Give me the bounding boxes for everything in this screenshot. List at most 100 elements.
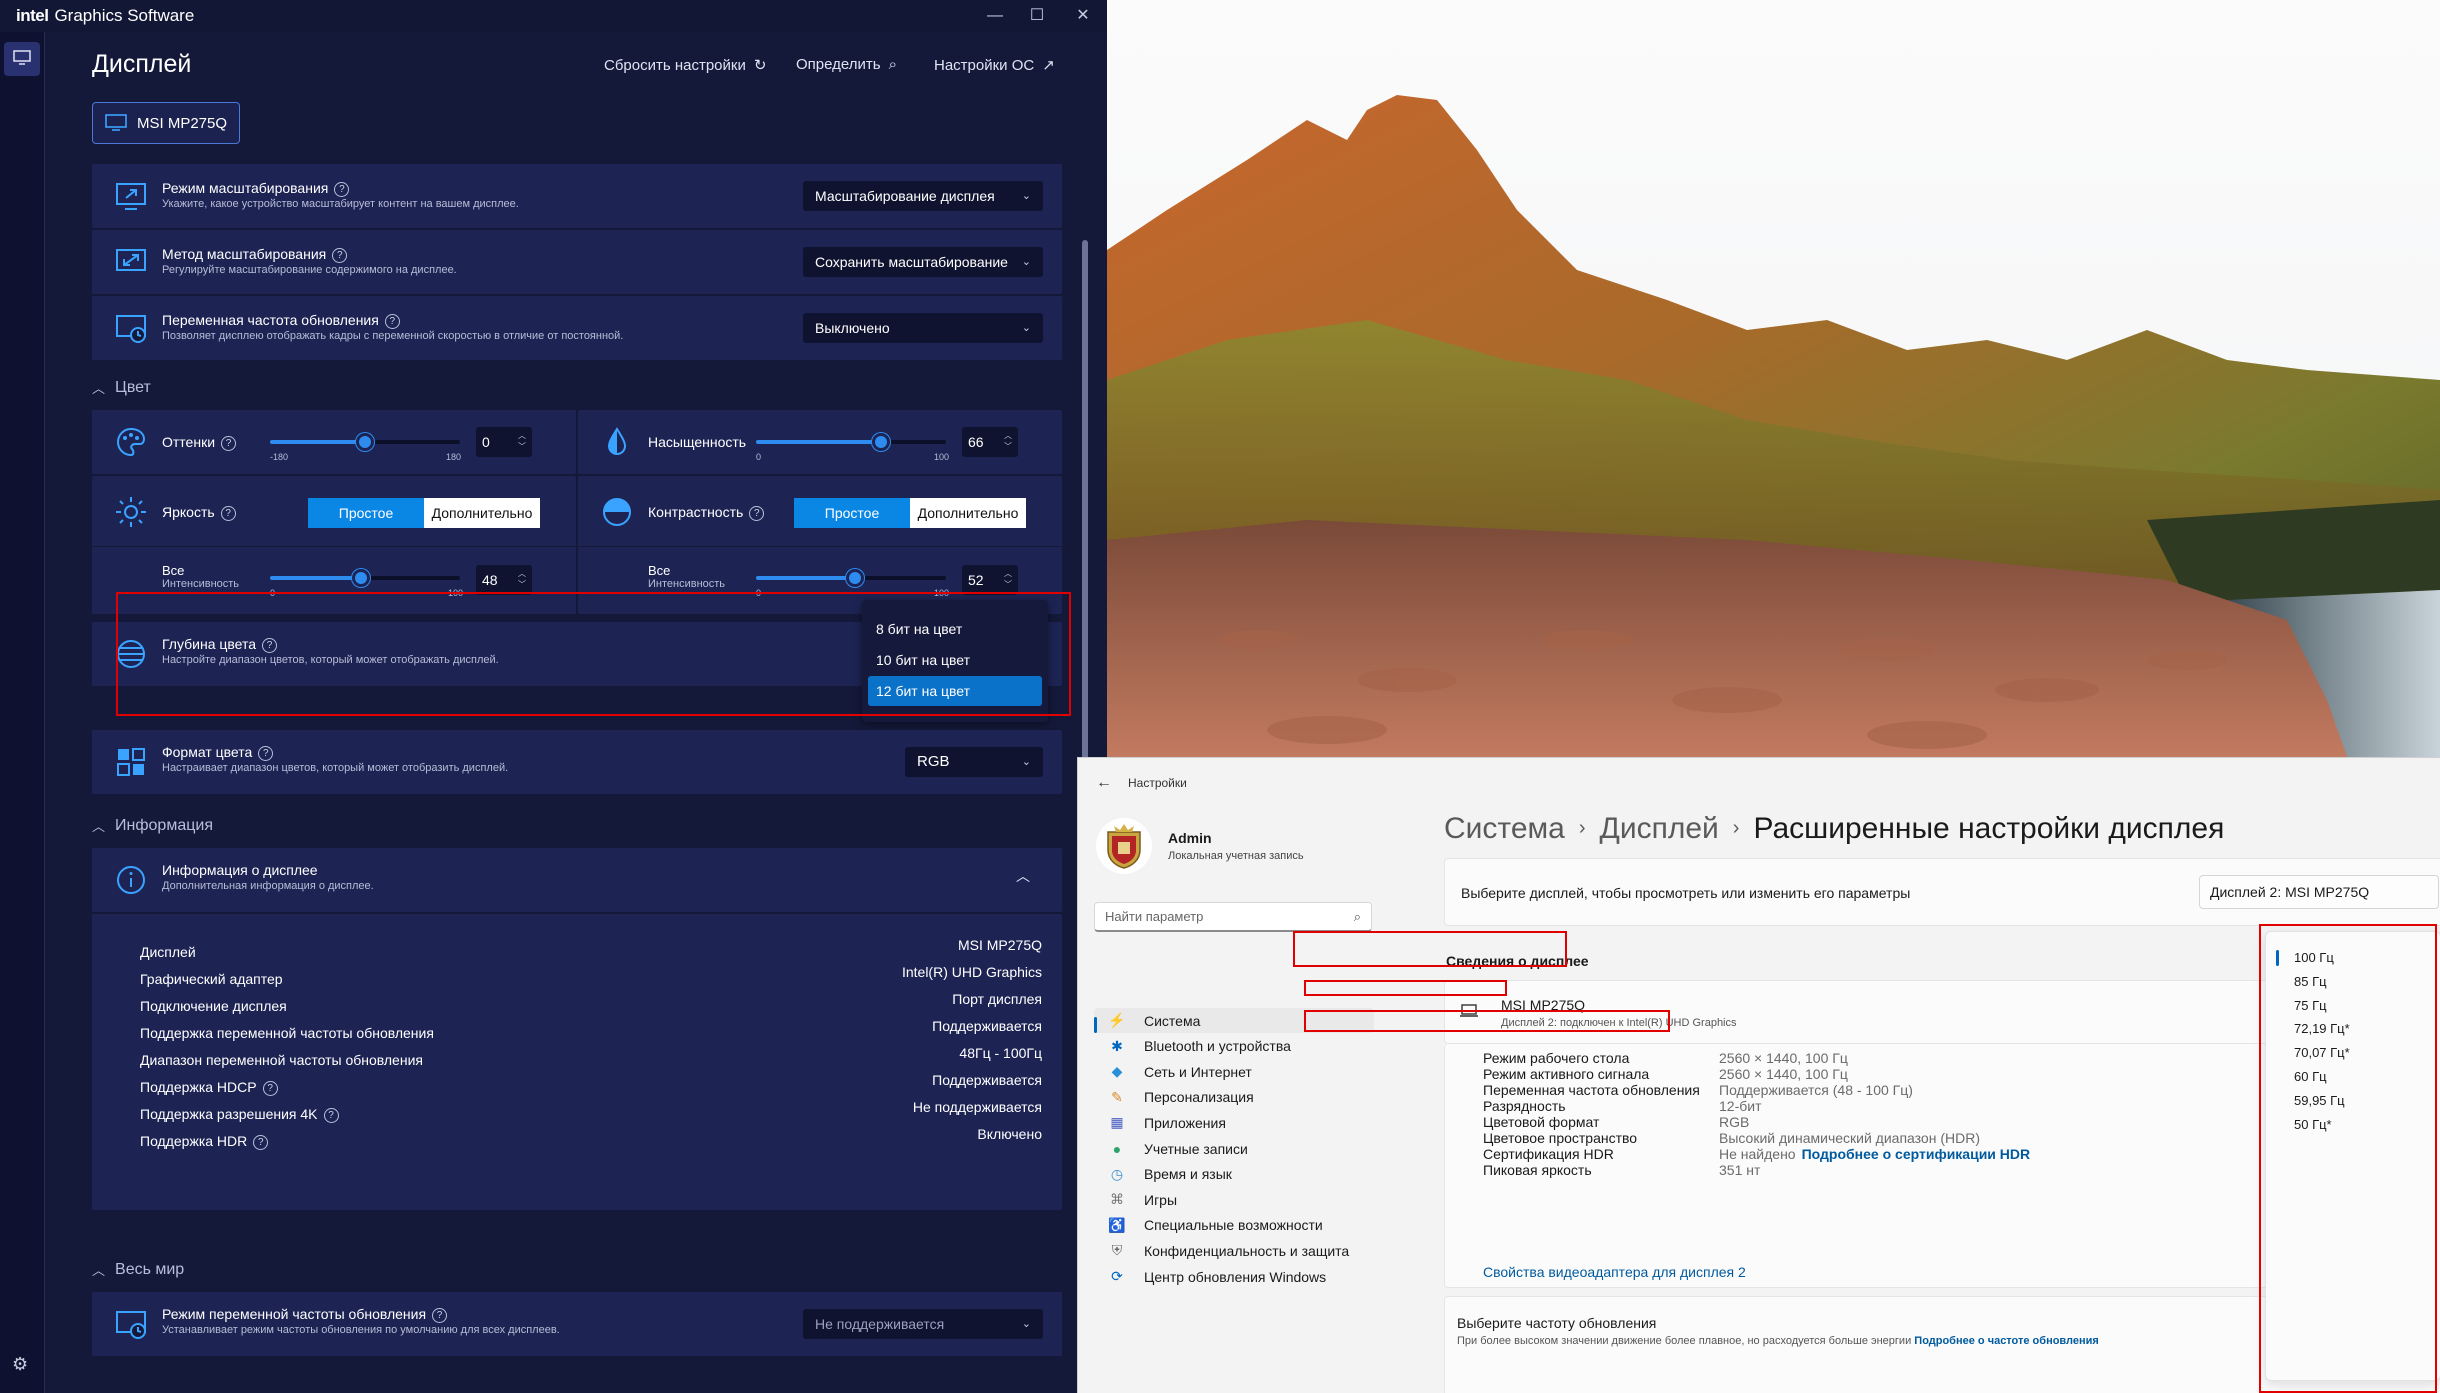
nav-item-icon: ✱ xyxy=(1111,1037,1123,1054)
contrast-slider-knob[interactable] xyxy=(845,569,864,587)
close-icon[interactable]: ✕ xyxy=(1073,6,1093,26)
reset-icon: ↻ xyxy=(753,57,767,74)
color-format-dropdown[interactable]: RGB ⌄ xyxy=(905,747,1043,777)
nav-item-icon: ✎ xyxy=(1111,1088,1123,1105)
identify-label: Определить xyxy=(796,56,881,73)
help-icon[interactable]: ? xyxy=(432,1308,448,1323)
help-icon[interactable]: ? xyxy=(749,506,765,521)
saturation-slider[interactable] xyxy=(756,433,946,451)
brightness-input[interactable]: 48 ︿ ﹀ xyxy=(476,565,532,595)
breadcrumb-display[interactable]: Дисплей xyxy=(1600,812,1719,845)
back-arrow-icon[interactable]: ← xyxy=(1096,774,1112,792)
help-icon[interactable]: ? xyxy=(323,1108,339,1123)
nav-item-label: Учетные записи xyxy=(1144,1140,1248,1157)
brightness-simple-tab[interactable]: Простое xyxy=(308,498,424,528)
identify-link[interactable]: Определить ⌕ xyxy=(796,56,897,73)
search-icon: ⌕ xyxy=(1353,909,1361,924)
hue-input[interactable]: 0 ︿ ﹀ xyxy=(476,427,532,457)
hue-card: Оттенки? -180 180 0 ︿ ﹀ xyxy=(92,410,576,474)
hdr-cert-link[interactable]: Подробнее о сертификации HDR xyxy=(1802,1146,2031,1162)
monitor-name: MSI MP275Q xyxy=(137,114,228,132)
color-section-header[interactable]: ︿ Цвет xyxy=(92,378,151,397)
contrast-intensity-label: Интенсивность xyxy=(648,578,726,590)
brightness-advanced-tab[interactable]: Дополнительно xyxy=(424,498,540,528)
nav-item[interactable]: ⟳ Центр обновления Windows xyxy=(1094,1264,1374,1289)
world-vrr-dropdown[interactable]: Не поддерживается ⌄ xyxy=(803,1309,1043,1339)
settings-gear-icon[interactable]: ⚙ xyxy=(12,1354,28,1375)
help-icon[interactable]: ? xyxy=(258,746,274,761)
maximize-icon[interactable]: ☐ xyxy=(1027,6,1047,26)
nav-item[interactable]: ✱ Bluetooth и устройства xyxy=(1094,1034,1374,1059)
saturation-input[interactable]: 66 ︿ ﹀ xyxy=(962,427,1018,457)
nav-item[interactable]: ▦ Приложения xyxy=(1094,1110,1374,1135)
stepper-arrows-icon[interactable]: ︿ ﹀ xyxy=(518,430,526,452)
nav-item[interactable]: ◆ Сеть и Интернет xyxy=(1094,1059,1374,1084)
highlight-box-bit-depth xyxy=(1304,980,1507,996)
stepper-arrows-icon[interactable]: ︿ ﹀ xyxy=(1004,430,1012,452)
contrast-simple-tab[interactable]: Простое xyxy=(794,498,910,528)
info-section-label: Информация xyxy=(115,816,213,834)
search-input[interactable]: Найти параметр ⌕ xyxy=(1094,902,1372,932)
nav-item[interactable]: ⌘ Игры xyxy=(1094,1187,1374,1212)
help-icon[interactable]: ? xyxy=(334,182,350,197)
reset-settings-link[interactable]: Сбросить настройки ↻ xyxy=(604,56,767,75)
os-settings-link[interactable]: Настройки ОС ↗ xyxy=(934,56,1055,75)
nav-item-icon: ⌘ xyxy=(1110,1191,1124,1208)
contrast-slider[interactable] xyxy=(756,569,946,587)
monitor-select-button[interactable]: MSI MP275Q xyxy=(92,102,240,144)
help-icon[interactable]: ? xyxy=(253,1135,269,1150)
minimize-icon[interactable]: — xyxy=(985,6,1005,26)
property-label: Разрядность xyxy=(1483,1098,1566,1114)
nav-display-button[interactable] xyxy=(4,42,40,76)
scaling-mode-desc: Укажите, какое устройство масштабирует к… xyxy=(162,198,519,210)
help-icon[interactable]: ? xyxy=(220,506,236,521)
color-format-card: Формат цвета? Настраивает диапазон цвето… xyxy=(92,730,1062,794)
scaling-mode-dropdown[interactable]: Масштабирование дисплея ⌄ xyxy=(803,181,1043,211)
adapter-properties-link[interactable]: Свойства видеоадаптера для дисплея 2 xyxy=(1483,1264,1746,1280)
nav-item-label: Специальные возможности xyxy=(1144,1217,1323,1234)
info-row: Поддержка разрешения 4K? Не поддерживаетс… xyxy=(140,1099,1042,1123)
display-picker-dropdown[interactable]: Дисплей 2: MSI MP275Q xyxy=(2199,875,2439,909)
nav-item[interactable]: ✎ Персонализация xyxy=(1094,1085,1374,1110)
nav-item[interactable]: ◷ Время и язык xyxy=(1094,1162,1374,1187)
vrr-dropdown[interactable]: Выключено ⌄ xyxy=(803,313,1043,343)
scaling-mode-title: Режим масштабирования xyxy=(162,180,329,196)
info-row-value: Поддерживается xyxy=(932,1072,1042,1088)
scaling-method-icon xyxy=(114,245,148,279)
scaling-mode-card: Режим масштабирования? Укажите, какое ус… xyxy=(92,164,1062,228)
brightness-slider[interactable] xyxy=(270,569,460,587)
vrr-value: Выключено xyxy=(815,320,890,336)
help-icon[interactable]: ? xyxy=(332,248,348,263)
info-row: Диапазон переменной частоты обновления 48… xyxy=(140,1045,1042,1068)
refresh-rate-link[interactable]: Подробнее о частоте обновления xyxy=(1914,1335,2099,1347)
hue-slider-knob[interactable] xyxy=(356,433,374,451)
help-icon[interactable]: ? xyxy=(262,1081,278,1096)
nav-item[interactable]: ⛨ Конфиденциальность и защита xyxy=(1094,1238,1374,1263)
nav-item-icon: ◷ xyxy=(1110,1165,1124,1182)
desktop-wallpaper xyxy=(1107,0,2440,757)
brightness-mode-toggle[interactable]: Простое Дополнительно xyxy=(308,498,540,528)
info-row: Поддержка HDR? Включено xyxy=(140,1126,1042,1150)
brightness-slider-knob[interactable] xyxy=(352,569,371,587)
hue-max: 180 xyxy=(446,452,462,462)
nav-item[interactable]: ● Учетные записи xyxy=(1094,1136,1374,1161)
hue-slider[interactable] xyxy=(270,433,460,451)
chevron-up-icon[interactable]: ︿ xyxy=(1016,866,1030,886)
display-info-card[interactable]: Информация о дисплее Дополнительная инфо… xyxy=(92,848,1062,912)
help-icon[interactable]: ? xyxy=(221,436,237,451)
world-section-header[interactable]: ︿ Весь мир xyxy=(92,1260,184,1279)
info-section-header[interactable]: ︿ Информация xyxy=(92,816,213,835)
stepper-arrows-icon[interactable]: ︿ ﹀ xyxy=(1004,568,1012,590)
avatar[interactable] xyxy=(1096,818,1152,874)
nav-item[interactable]: ♿ Специальные возможности xyxy=(1094,1213,1374,1238)
help-icon[interactable]: ? xyxy=(384,314,400,329)
contrast-input[interactable]: 52 ︿ ﹀ xyxy=(962,565,1018,595)
brightness-channel-label: Все xyxy=(162,563,185,578)
contrast-mode-toggle[interactable]: Простое Дополнительно xyxy=(794,498,1026,528)
breadcrumb-system[interactable]: Система xyxy=(1444,812,1565,845)
saturation-slider-knob[interactable] xyxy=(872,433,891,451)
chevron-up-icon: ︿ xyxy=(92,819,106,834)
scaling-method-dropdown[interactable]: Сохранить масштабирование ⌄ xyxy=(803,247,1043,277)
stepper-arrows-icon[interactable]: ︿ ﹀ xyxy=(518,568,526,590)
contrast-advanced-tab[interactable]: Дополнительно xyxy=(910,498,1026,528)
